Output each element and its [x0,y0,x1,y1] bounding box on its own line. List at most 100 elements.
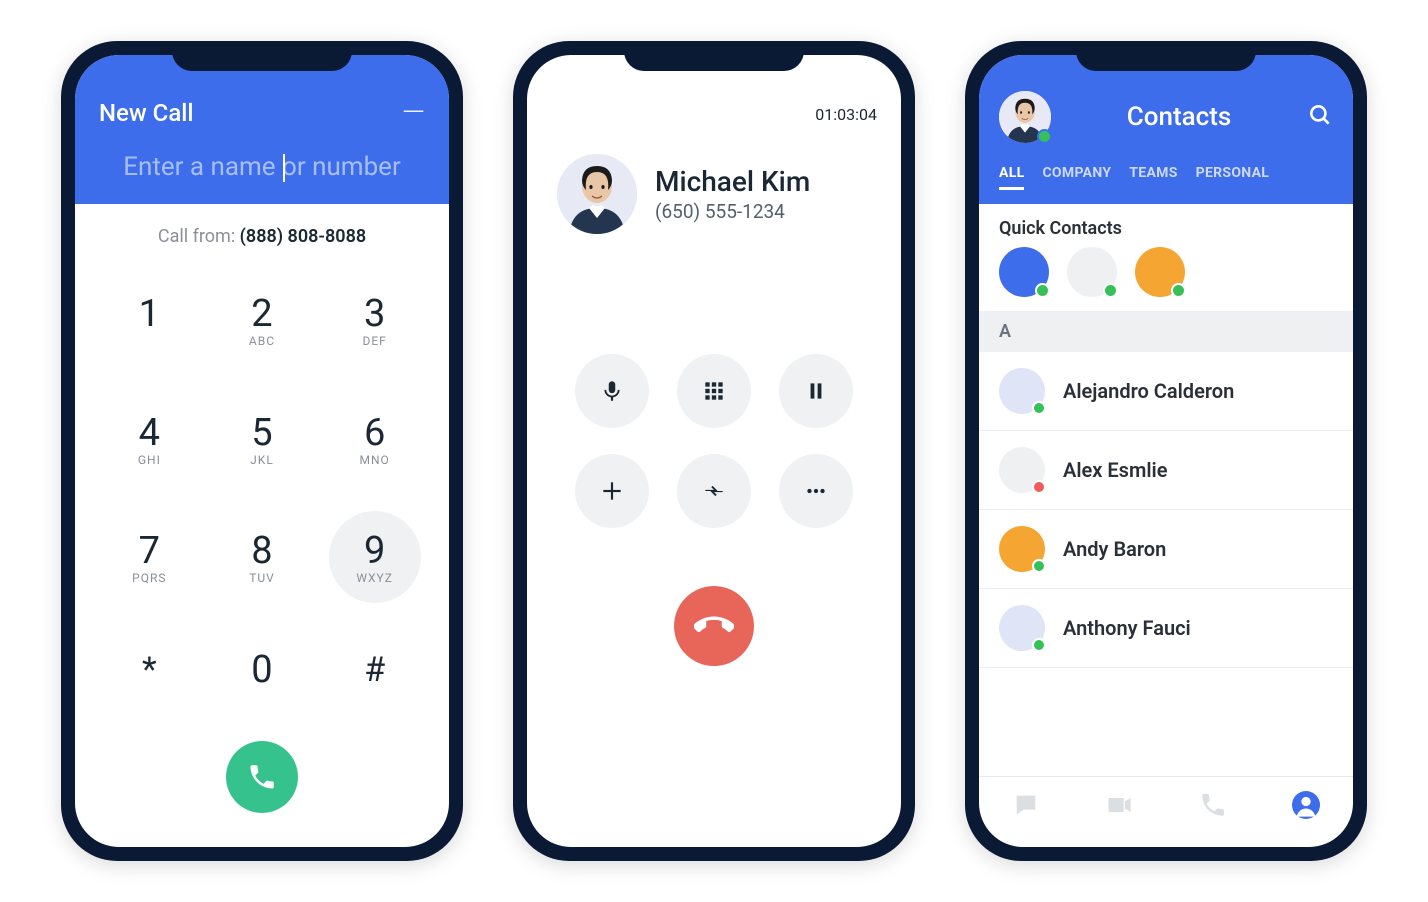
contact-name: Andy Baron [1063,537,1166,561]
dialpad-key-9[interactable]: 9WXYZ [329,511,421,603]
quick-contacts-title: Quick Contacts [979,204,1353,247]
new-call-title: New Call [99,99,194,127]
presence-indicator [1103,283,1118,298]
dialpad-key-4[interactable]: 4GHI [103,393,195,485]
contact-avatar [999,368,1045,414]
contact-name: Alejandro Calderon [1063,379,1234,403]
section-letter: A [979,311,1353,352]
dialpad-digit: 4 [139,411,160,455]
dialpad-key-8[interactable]: 8TUV [216,511,308,603]
notch [172,41,352,71]
dial-input[interactable]: Enter a name or number [99,152,425,182]
mute-button[interactable] [575,354,649,428]
tab-all[interactable]: ALL [999,165,1024,190]
bottom-nav [979,776,1353,847]
presence-indicator [1032,638,1046,652]
dialpad-letters: MNO [360,453,390,467]
presence-indicator [1032,480,1046,494]
dialpad-letters: JKL [250,453,274,467]
contact-row[interactable]: Anthony Fauci [979,589,1353,668]
dialpad-key-1[interactable]: 1 [103,274,195,366]
presence-indicator [1035,283,1050,298]
call-from-label: Call from: [158,226,235,247]
dialpad-digit: 0 [251,648,272,692]
hold-button[interactable] [779,354,853,428]
chat-tab[interactable] [1012,791,1040,823]
contacts-list: Alejandro Calderon Alex Esmlie Andy Baron A… [979,352,1353,668]
dialpad-digit: 9 [364,529,385,573]
profile-avatar[interactable] [999,91,1051,143]
dialpad-digit: 3 [364,292,385,336]
tab-company[interactable]: COMPANY [1042,165,1111,190]
search-icon [1307,102,1333,128]
phone-contacts: Contacts ALL COMPANY TEAMS PERSONAL Quick C… [965,41,1367,861]
dialpad-digit: 7 [139,529,160,573]
tab-personal[interactable]: PERSONAL [1196,165,1270,190]
more-button[interactable] [779,454,853,528]
phone-new-call: New Call — Enter a name or number Call f… [61,41,463,861]
dialpad-key-0[interactable]: 0 [216,630,308,722]
phone-icon [247,762,277,792]
transfer-icon [701,478,727,504]
quick-contacts-row [979,247,1353,311]
contact-avatar [999,526,1045,572]
phone-tab[interactable] [1199,791,1227,823]
dialpad-digit: 5 [251,411,272,455]
dialpad-letters: GHI [138,453,161,467]
phone-icon [1199,791,1227,819]
hangup-button[interactable] [674,586,754,666]
video-icon [1105,791,1133,819]
search-button[interactable] [1307,102,1333,132]
dialpad-digit: 6 [364,411,385,455]
call-from-number: (888) 808-8088 [240,226,366,247]
minimize-button[interactable]: — [402,95,425,130]
dialpad-key-3[interactable]: 3DEF [329,274,421,366]
pause-icon [803,378,829,404]
dialpad-key-7[interactable]: 7PQRS [103,511,195,603]
plus-icon [599,478,625,504]
hangup-icon [694,606,734,646]
new-call-header: New Call — Enter a name or number [75,55,449,204]
contact-row[interactable]: Andy Baron [979,510,1353,589]
call-from-row[interactable]: Call from: (888) 808-8088 [75,204,449,257]
avatar-image [557,154,637,234]
dialpad-key-#[interactable]: # [329,630,421,722]
page-title: Contacts [1127,102,1231,132]
keypad-button[interactable] [677,354,751,428]
presence-indicator [1032,401,1046,415]
notch [1076,41,1256,71]
avatar [557,154,637,234]
place-call-button[interactable] [226,741,298,813]
dialpad: 12ABC3DEF4GHI5JKL6MNO7PQRS8TUV9WXYZ*0# [75,257,449,733]
presence-indicator [1171,283,1186,298]
quick-contact[interactable] [1067,247,1117,297]
dialpad-letters: ABC [249,334,275,348]
contacts-tab[interactable] [1292,791,1320,823]
contacts-body: Quick Contacts A Alejandro Calderon Alex … [979,204,1353,776]
person-icon [1292,791,1320,819]
phone-active-call: 01:03:04 Michael Kim (650) 555-1234 [513,41,915,861]
contact-phone: (650) 555-1234 [655,200,810,223]
presence-indicator [1037,129,1052,144]
dialpad-letters: TUV [249,571,275,585]
active-call-contact: Michael Kim (650) 555-1234 [527,132,901,254]
contact-row[interactable]: Alex Esmlie [979,431,1353,510]
dialpad-key-2[interactable]: 2ABC [216,274,308,366]
mic-icon [599,378,625,404]
add-call-button[interactable] [575,454,649,528]
dialpad-key-6[interactable]: 6MNO [329,393,421,485]
quick-contact[interactable] [1135,247,1185,297]
dialpad-key-*[interactable]: * [103,630,195,722]
dialpad-digit: 1 [139,292,160,336]
tab-teams[interactable]: TEAMS [1129,165,1177,190]
contact-row[interactable]: Alejandro Calderon [979,352,1353,431]
dialpad-digit: 2 [251,292,272,336]
video-tab[interactable] [1105,791,1133,823]
dialpad-digit: * [142,650,157,690]
transfer-button[interactable] [677,454,751,528]
dialpad-key-5[interactable]: 5JKL [216,393,308,485]
dialpad-digit: 8 [251,529,272,573]
more-icon [803,478,829,504]
quick-contact[interactable] [999,247,1049,297]
presence-indicator [1032,559,1046,573]
